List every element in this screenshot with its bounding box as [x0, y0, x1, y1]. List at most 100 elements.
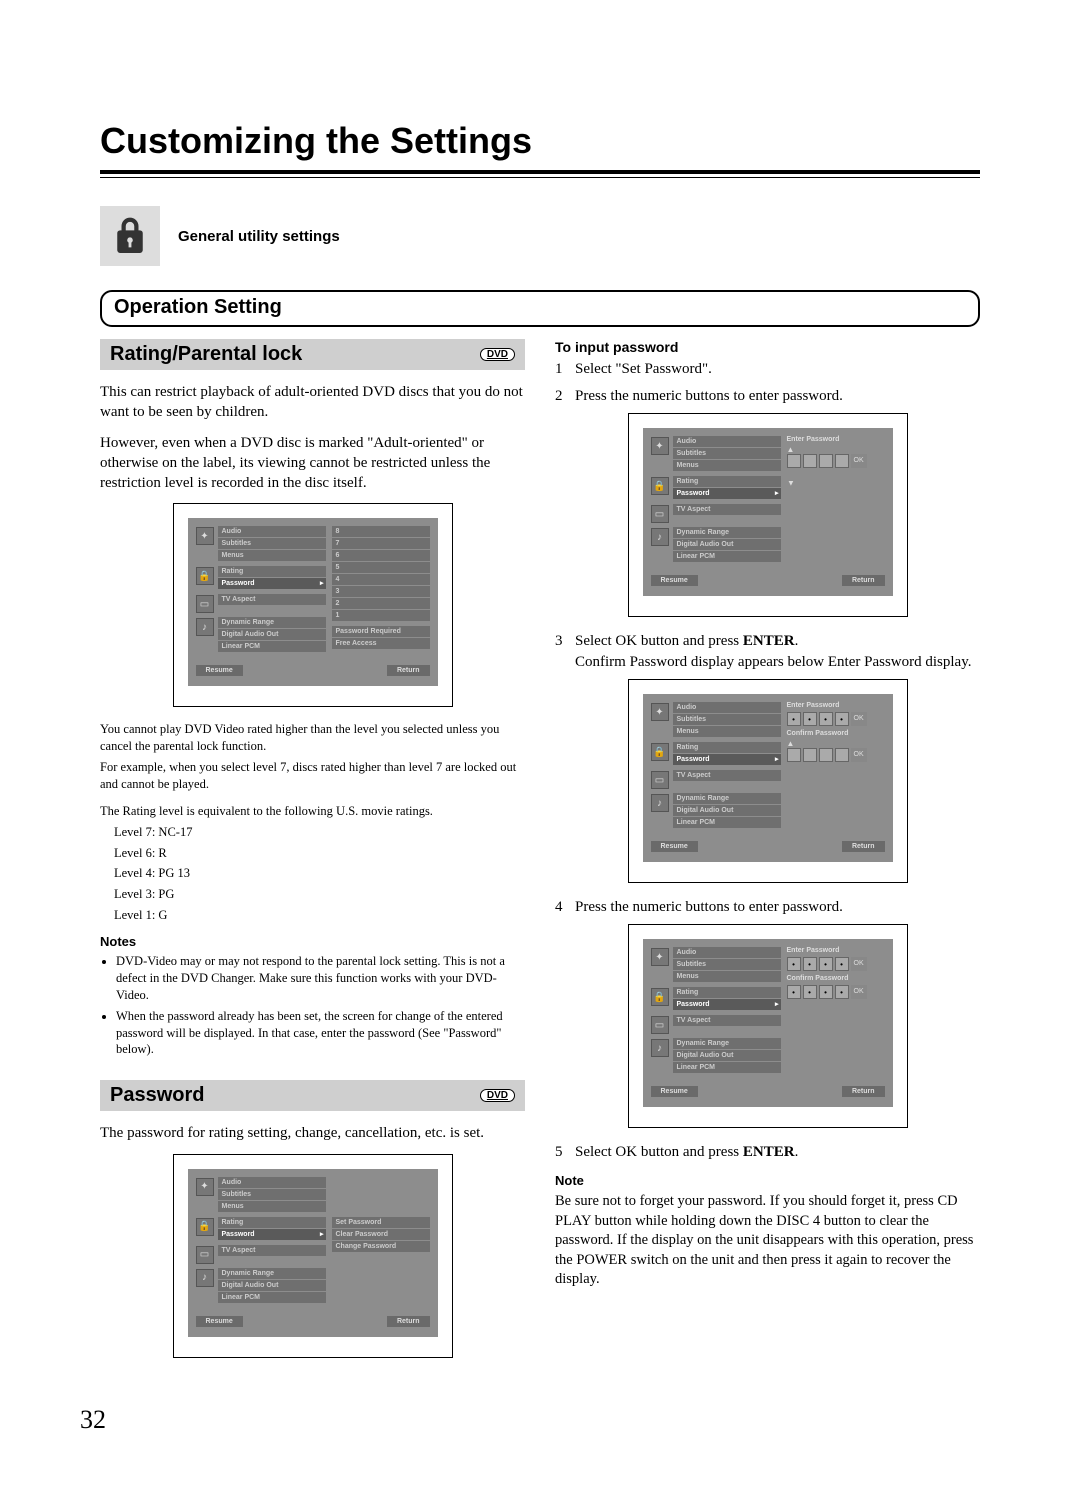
osd-item: Rating [673, 742, 781, 753]
password-title: Password [110, 1084, 204, 1107]
osd-item-selected: Password [218, 578, 326, 589]
osd-return: Return [842, 575, 885, 586]
level-7: Level 7: NC-17 [114, 824, 525, 841]
pw-ok: OK [851, 454, 867, 468]
globe-icon: ✦ [196, 527, 214, 545]
speaker-icon: ♪ [196, 1269, 214, 1287]
rating-p2: However, even when a DVD disc is marked … [100, 433, 525, 494]
osd-item: Rating [218, 1217, 326, 1228]
enter-pw-label: Enter Password [787, 436, 885, 443]
step-3-text: Select OK button and press ENTER. Confir… [575, 631, 971, 673]
osd-resume: Resume [651, 575, 698, 586]
rating-p5: The Rating level is equivalent to the fo… [100, 803, 525, 820]
step-1-text: Select "Set Password". [575, 359, 712, 380]
confirm-pw-label: Confirm Password [787, 975, 885, 982]
pw-cell-filled: • [819, 712, 833, 726]
rating-p3: You cannot play DVD Video rated higher t… [100, 721, 525, 755]
osd-item: Dynamic Range [218, 1268, 326, 1279]
page-number: 32 [80, 1405, 106, 1435]
osd-item: Linear PCM [673, 1062, 781, 1073]
osd-item: Menus [673, 726, 781, 737]
enter-pw-label: Enter Password [787, 947, 885, 954]
osd-pw-opt: Clear Password [332, 1229, 430, 1240]
globe-icon: ✦ [651, 703, 669, 721]
osd-item: Digital Audio Out [673, 539, 781, 550]
level-4: Level 4: PG 13 [114, 865, 525, 882]
osd-item: Menus [673, 971, 781, 982]
osd-item: Rating [673, 476, 781, 487]
dvd-badge-icon: DVD [480, 348, 515, 361]
osd-item: Dynamic Range [673, 1038, 781, 1049]
osd-item-selected: Password [673, 488, 781, 499]
step-1: 1Select "Set Password". [555, 359, 980, 380]
osd-item: Subtitles [218, 538, 326, 549]
lock-small-icon: 🔒 [196, 567, 214, 585]
osd-item: Digital Audio Out [218, 629, 326, 640]
osd-return: Return [387, 1316, 430, 1327]
osd-extra: Free Access [332, 638, 430, 649]
pw-cell-filled: • [787, 985, 801, 999]
osd-item: Digital Audio Out [218, 1280, 326, 1291]
rating-heading: Rating/Parental lock DVD [100, 339, 525, 370]
osd-item: Dynamic Range [673, 793, 781, 804]
notes-list: DVD-Video may or may not respond to the … [100, 953, 525, 1058]
pw-ok: OK [851, 712, 867, 726]
tv-icon: ▭ [651, 505, 669, 523]
notes-heading: Notes [100, 934, 525, 949]
header-row: General utility settings [100, 206, 980, 266]
tv-icon: ▭ [196, 1246, 214, 1264]
pw-cell [803, 748, 817, 762]
lock-icon [100, 206, 160, 266]
osd-item: Menus [218, 1201, 326, 1212]
osd-pw-opt: Set Password [332, 1217, 430, 1228]
osd-level: 1 [332, 610, 430, 621]
pw-cell [835, 748, 849, 762]
password-heading: Password DVD [100, 1080, 525, 1111]
note-item: DVD-Video may or may not respond to the … [116, 953, 525, 1004]
confirm-pw-label: Confirm Password [787, 730, 885, 737]
dvd-badge-icon: DVD [480, 1089, 515, 1102]
lock-small-icon: 🔒 [196, 1218, 214, 1236]
enter-pw-label: Enter Password [787, 702, 885, 709]
osd-item: TV Aspect [673, 770, 781, 781]
step-2: 2Press the numeric buttons to enter pass… [555, 386, 980, 407]
tv-icon: ▭ [651, 771, 669, 789]
subtitle: General utility settings [178, 228, 340, 245]
pw-ok: OK [851, 957, 867, 971]
osd-return: Return [387, 665, 430, 676]
speaker-icon: ♪ [651, 1039, 669, 1057]
tv-icon: ▭ [196, 595, 214, 613]
speaker-icon: ♪ [651, 794, 669, 812]
osd-item: Linear PCM [673, 551, 781, 562]
osd-level: 5 [332, 562, 430, 573]
section-title: Operation Setting [114, 296, 966, 319]
note-item: When the password already has been set, … [116, 1008, 525, 1059]
step-3b: ENTER [743, 633, 795, 649]
osd-confirm-pw-screenshot: ✦ Audio Subtitles Menus 🔒 Rating Passwor… [628, 679, 908, 883]
osd-item: Subtitles [673, 714, 781, 725]
osd-level: 3 [332, 586, 430, 597]
osd-level: 2 [332, 598, 430, 609]
osd-level: 7 [332, 538, 430, 549]
step-5-text: Select OK button and press ENTER. [575, 1142, 798, 1163]
rating-title: Rating/Parental lock [110, 343, 302, 366]
pw-cell [835, 454, 849, 468]
osd-item: Audio [673, 947, 781, 958]
note-text: Be sure not to forget your password. If … [555, 1192, 980, 1290]
step-3d: Confirm Password display appears below E… [575, 654, 971, 670]
osd-item-selected: Password [673, 999, 781, 1010]
step-5b: ENTER [743, 1144, 795, 1160]
lock-small-icon: 🔒 [651, 988, 669, 1006]
step-4: 4Press the numeric buttons to enter pass… [555, 897, 980, 918]
osd-item-selected: Password [218, 1229, 326, 1240]
pw-cell-filled: • [835, 985, 849, 999]
osd-resume: Resume [651, 841, 698, 852]
osd-item: Subtitles [673, 448, 781, 459]
osd-item: Menus [218, 550, 326, 561]
osd-return: Return [842, 1086, 885, 1097]
osd-pw-opt: Change Password [332, 1241, 430, 1252]
speaker-icon: ♪ [651, 528, 669, 546]
pw-ok: OK [851, 985, 867, 999]
pw-cell-filled: • [787, 957, 801, 971]
osd-password-screenshot: ✦ Audio Subtitles Menus 🔒 Rating Passwor… [173, 1154, 453, 1358]
